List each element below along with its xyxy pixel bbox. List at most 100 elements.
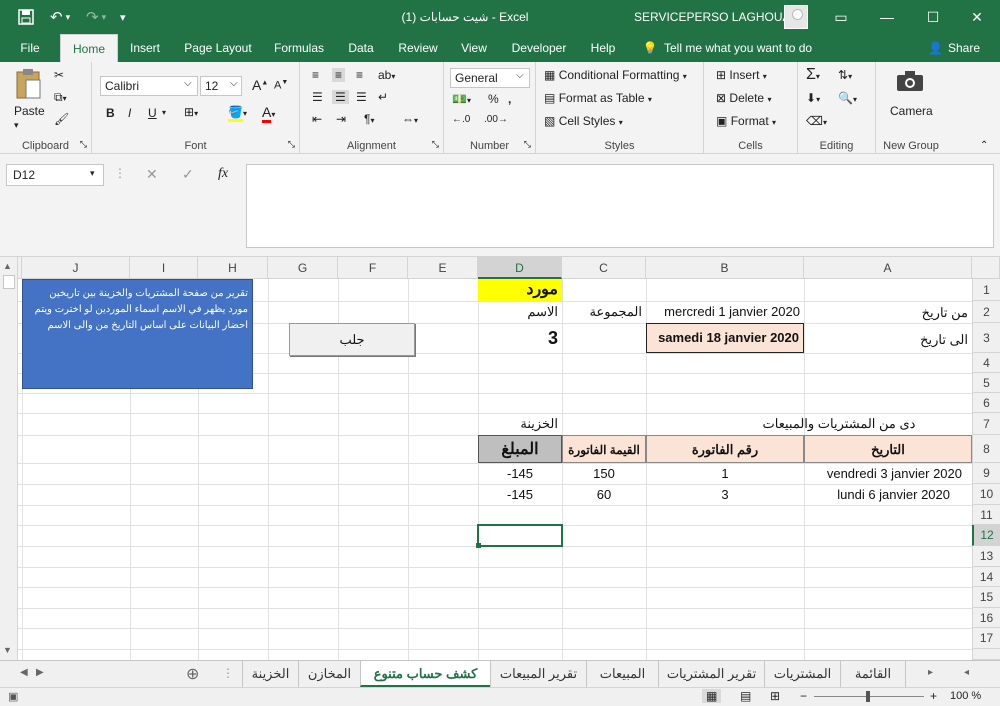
fill-color-icon[interactable]: 🪣▾: [228, 105, 247, 122]
row-header-12[interactable]: 12: [972, 525, 1000, 546]
camera-icon[interactable]: [896, 70, 924, 95]
decrease-decimal-icon[interactable]: .00→: [484, 114, 508, 125]
tab-data[interactable]: Data: [340, 34, 382, 62]
sheet-tab-purchases-report[interactable]: تقرير المشتريات: [658, 661, 764, 687]
save-icon[interactable]: [18, 0, 34, 34]
cell-b9[interactable]: 1: [646, 463, 804, 484]
cell-a2[interactable]: من تاريخ: [804, 301, 972, 323]
undo-icon[interactable]: ↶ ▾: [50, 0, 70, 34]
collapse-ribbon-icon[interactable]: ⌃: [980, 140, 988, 151]
borders-icon[interactable]: ⊞▾: [184, 105, 198, 119]
info-note-shape[interactable]: تقرير من صفحة المشتريات والخزينة بين تار…: [22, 279, 253, 389]
text-direction-icon[interactable]: ¶▾: [364, 112, 374, 126]
column-header-b[interactable]: B: [646, 257, 804, 279]
horizontal-scroll-icon[interactable]: ◂: [964, 667, 969, 678]
selected-cell-d12[interactable]: [477, 524, 563, 547]
page-layout-view-icon[interactable]: ▤: [740, 689, 751, 703]
row-header-9[interactable]: 9: [972, 463, 1000, 484]
column-header-j[interactable]: J: [22, 257, 130, 279]
alignment-launcher-icon[interactable]: ⤡: [432, 139, 439, 150]
avatar[interactable]: [784, 5, 808, 29]
row-header-2[interactable]: 2: [972, 301, 1000, 323]
macro-record-icon[interactable]: ▣: [8, 690, 18, 703]
tab-developer[interactable]: Developer: [504, 34, 574, 62]
paste-dropdown-icon[interactable]: ▾: [14, 120, 19, 131]
cell-d3[interactable]: 3: [478, 323, 562, 353]
conditional-formatting-button[interactable]: ▦ Conditional Formatting ▾: [544, 68, 687, 82]
paste-icon[interactable]: [14, 68, 42, 103]
increase-decimal-icon[interactable]: ←.0: [452, 114, 470, 125]
zoom-out-icon[interactable]: −: [800, 689, 807, 703]
row-header-6[interactable]: 6: [972, 393, 1000, 413]
find-select-icon[interactable]: 🔍▾: [838, 91, 857, 105]
paste-button[interactable]: Paste: [14, 104, 45, 118]
row-header-5[interactable]: 5: [972, 373, 1000, 393]
user-name[interactable]: SERVICEPERSO LAGHOUAT: [634, 0, 797, 34]
share-button[interactable]: Share: [944, 34, 984, 62]
cut-icon[interactable]: ✂: [54, 68, 64, 82]
minimize-icon[interactable]: —: [864, 0, 910, 34]
cell-a9[interactable]: vendredi 3 janvier 2020: [804, 463, 972, 484]
merge-center-icon[interactable]: ⇔▾: [402, 112, 418, 126]
column-header-i[interactable]: I: [130, 257, 198, 279]
new-sheet-icon[interactable]: ⊕: [186, 664, 199, 684]
decrease-font-icon[interactable]: A▼: [274, 79, 288, 92]
zoom-slider-thumb[interactable]: [866, 691, 870, 702]
clipboard-launcher-icon[interactable]: ⤡: [80, 139, 87, 150]
sheet-scroll-right-icon[interactable]: ▶: [36, 667, 44, 678]
copy-icon[interactable]: ⧉▾: [54, 90, 67, 105]
tell-me-search[interactable]: Tell me what you want to do: [664, 34, 824, 62]
percent-button[interactable]: %: [488, 92, 499, 106]
cell-b3[interactable]: samedi 18 janvier 2020: [646, 323, 804, 353]
sort-filter-icon[interactable]: ⇅▾: [838, 68, 852, 82]
align-center-icon[interactable]: ☰: [332, 90, 349, 104]
cell-a3[interactable]: الى تاريخ: [804, 323, 972, 353]
row-header-11[interactable]: 11: [972, 505, 1000, 525]
cell-d7[interactable]: الخزينة: [478, 413, 562, 435]
format-painter-icon[interactable]: 🖌: [54, 112, 69, 126]
fill-icon[interactable]: ⬇▾: [806, 91, 820, 105]
confirm-entry-icon[interactable]: ✓: [182, 166, 194, 183]
align-right-icon[interactable]: ☰: [356, 90, 367, 104]
format-cells-button[interactable]: ▣ Format ▾: [716, 114, 776, 128]
ribbon-display-icon[interactable]: ▭: [818, 0, 864, 34]
sheet-scroll-left-icon[interactable]: ◀: [20, 667, 28, 678]
formula-input[interactable]: [246, 164, 994, 248]
align-top-icon[interactable]: ≡: [312, 68, 319, 82]
cell-c9[interactable]: 150: [562, 463, 646, 484]
font-launcher-icon[interactable]: ⤡: [288, 139, 295, 150]
column-header-d[interactable]: D: [478, 257, 562, 279]
number-launcher-icon[interactable]: ⤡: [524, 139, 531, 150]
accounting-format-icon[interactable]: 💵▾: [452, 92, 471, 106]
cell-a8[interactable]: التاريخ: [804, 435, 972, 463]
row-header-15[interactable]: 15: [972, 587, 1000, 608]
cell-b8[interactable]: رقم الفاتورة: [646, 435, 804, 463]
row-header-3[interactable]: 3: [972, 323, 1000, 353]
font-name-chevron-icon[interactable]: ⌵: [184, 78, 192, 89]
decrease-indent-icon[interactable]: ⇤: [312, 112, 322, 126]
fetch-button[interactable]: جلب: [289, 323, 415, 356]
font-color-icon[interactable]: A▾: [262, 104, 275, 123]
vertical-scroll-thumb[interactable]: [3, 275, 15, 289]
sheet-tab-sales-report[interactable]: تقرير المبيعات: [490, 661, 586, 687]
sheet-tab-treasury[interactable]: الخزينة: [242, 661, 298, 687]
row-header-10[interactable]: 10: [972, 484, 1000, 505]
sheet-tab-various-statement[interactable]: كشف حساب متنوع: [360, 661, 490, 687]
cell-styles-button[interactable]: ▧ Cell Styles ▾: [544, 114, 623, 128]
row-header-1[interactable]: 1: [972, 279, 1000, 301]
tab-help[interactable]: Help: [584, 34, 622, 62]
bold-button[interactable]: B: [106, 106, 115, 120]
maximize-icon[interactable]: ☐: [910, 0, 956, 34]
redo-icon[interactable]: ↷ ▾: [86, 0, 106, 34]
column-header-f[interactable]: F: [338, 257, 408, 279]
row-header-4[interactable]: 4: [972, 353, 1000, 373]
row-header-16[interactable]: 16: [972, 608, 1000, 628]
sheet-tab-list[interactable]: القائمة: [840, 661, 906, 687]
row-header-13[interactable]: 13: [972, 546, 1000, 567]
column-header-g[interactable]: G: [268, 257, 338, 279]
zoom-level[interactable]: 100 %: [950, 690, 981, 702]
insert-cells-button[interactable]: ⊞ Insert ▾: [716, 68, 767, 82]
tab-review[interactable]: Review: [392, 34, 444, 62]
scroll-down-icon[interactable]: ▼: [3, 645, 12, 655]
tab-insert[interactable]: Insert: [122, 34, 168, 62]
